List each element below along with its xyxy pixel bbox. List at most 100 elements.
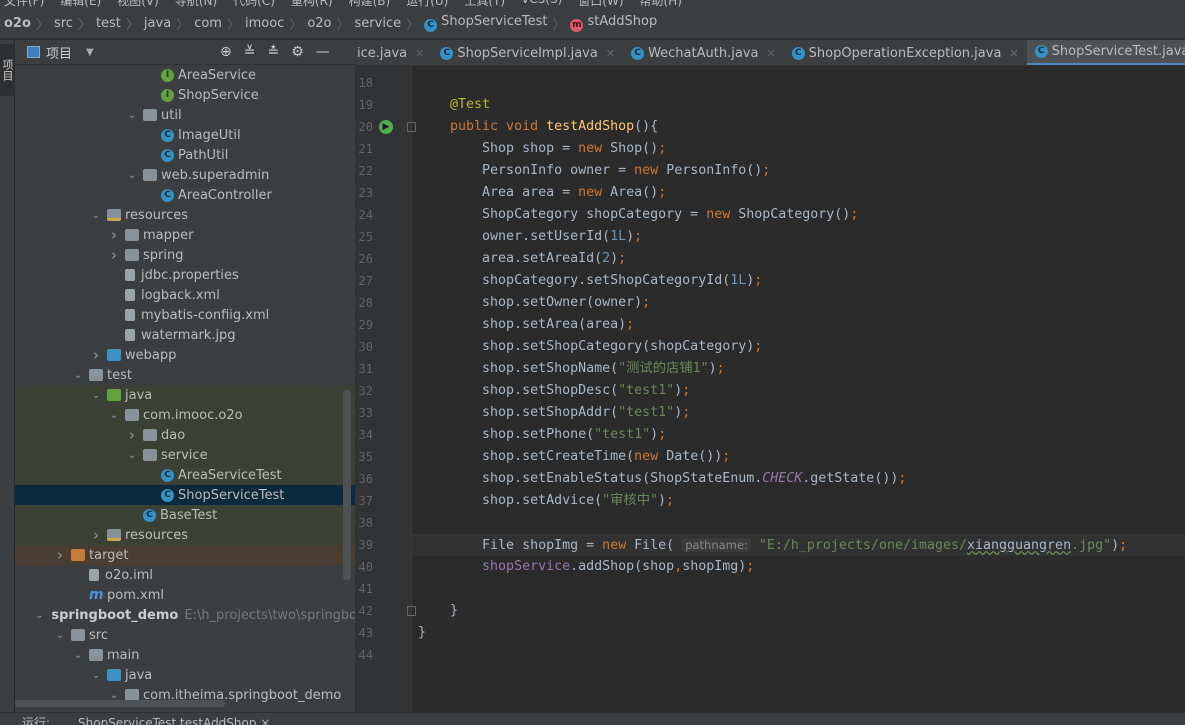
breadcrumb-item[interactable]: C ShopServiceTest <box>424 14 547 32</box>
breadcrumb-item[interactable]: com <box>194 16 222 31</box>
breadcrumb-item[interactable]: test <box>96 16 121 31</box>
tree-item[interactable]: ⌄ main <box>15 645 355 665</box>
menu-item[interactable]: 编辑(E) <box>60 0 101 8</box>
expand-all-icon[interactable]: ≚ <box>244 44 256 60</box>
breadcrumb-item[interactable]: src <box>54 16 73 31</box>
chevron-down-icon[interactable]: ⌄ <box>89 210 103 221</box>
line-number: 26 <box>358 252 373 266</box>
chevron-down-icon[interactable]: ⌄ <box>89 670 103 681</box>
chevron-down-icon[interactable]: ⌄ <box>71 650 85 661</box>
tree-item[interactable]: › mapper <box>15 225 355 245</box>
horizontal-scrollbar[interactable] <box>15 700 225 707</box>
project-tool-window-button[interactable]: 项目 <box>0 44 15 96</box>
run-config-tab[interactable]: ShopServiceTest.testAddShop × <box>78 713 270 725</box>
breadcrumb-item[interactable]: java <box>144 16 171 31</box>
tree-item[interactable]: m pom.xml <box>15 585 355 605</box>
editor-gutter: 18 19 20 ▶ 21 22 23 24 25 26 27 28 29 30 31 32 33 34 35 36 3… <box>355 66 416 712</box>
tree-item[interactable]: C BaseTest <box>15 505 355 525</box>
chevron-down-icon[interactable]: ⌄ <box>89 390 103 401</box>
tree-item[interactable]: › resources <box>15 525 355 545</box>
tree-item[interactable]: C ShopServiceTest <box>15 485 355 505</box>
tree-item[interactable]: C AreaServiceTest <box>15 465 355 485</box>
vertical-scrollbar[interactable] <box>343 390 351 580</box>
menu-item[interactable]: 运行(U) <box>406 0 448 8</box>
editor-tab[interactable]: CShopServiceTest.java✕ <box>1026 40 1185 65</box>
tree-item[interactable]: ⌄ service <box>15 445 355 465</box>
close-icon[interactable]: ✕ <box>415 47 424 60</box>
chevron-right-icon[interactable]: › <box>107 246 121 264</box>
code-editor[interactable]: @Test public void testAddShop(){ Shop sh… <box>412 66 1185 712</box>
close-icon[interactable]: ✕ <box>766 47 775 60</box>
tree-item[interactable]: jdbc.properties <box>15 265 355 285</box>
tree-item[interactable]: C ImageUtil <box>15 125 355 145</box>
breadcrumb-item[interactable]: service <box>355 16 402 31</box>
menu-item[interactable]: 导航(N) <box>175 0 217 8</box>
editor-tab[interactable]: ice.java ✕ <box>355 40 432 65</box>
chevron-down-icon[interactable]: ▼ <box>86 47 94 58</box>
tree-item[interactable]: › dao <box>15 425 355 445</box>
editor-tab[interactable]: C WechatAuth.java ✕ <box>623 40 784 65</box>
tree-item[interactable]: C AreaController <box>15 185 355 205</box>
tree-item[interactable]: ⌄ src <box>15 625 355 645</box>
chevron-down-icon[interactable]: ⌄ <box>35 610 43 621</box>
class-icon: C <box>440 46 454 60</box>
chevron-right-icon[interactable]: › <box>53 546 67 564</box>
chevron-right-icon[interactable]: › <box>89 346 103 364</box>
tree-item[interactable]: o2o.iml <box>15 565 355 585</box>
code-token: .getState()) <box>802 471 899 486</box>
breadcrumb-item[interactable]: o2o <box>4 16 31 31</box>
gear-icon[interactable]: ⚙ <box>291 44 304 60</box>
chevron-right-icon[interactable]: › <box>89 526 103 544</box>
chevron-down-icon[interactable]: ⌄ <box>71 370 85 381</box>
menu-item[interactable]: VCS(S) <box>521 0 562 8</box>
tree-item[interactable]: ⌄ util <box>15 105 355 125</box>
close-icon[interactable]: ✕ <box>606 47 615 60</box>
tree-item[interactable]: ⌄ resources <box>15 205 355 225</box>
menu-item[interactable]: 重构(R) <box>291 0 333 8</box>
tree-item[interactable]: ⌄ web.superadmin <box>15 165 355 185</box>
project-view-title[interactable]: 项目 <box>46 43 72 62</box>
tree-item[interactable]: ⌄ springboot_demo E:\h_projects\two\spring… <box>15 605 355 625</box>
tree-item[interactable]: mybatis-confiig.xml <box>15 305 355 325</box>
menu-item[interactable]: 文件(F) <box>4 0 44 8</box>
chevron-down-icon[interactable]: ⌄ <box>125 170 139 181</box>
code-line: shop.setArea(area); <box>412 314 1185 336</box>
chevron-down-icon[interactable]: ⌄ <box>125 110 139 121</box>
chevron-right-icon[interactable]: › <box>107 226 121 244</box>
tree-item[interactable]: I ShopService <box>15 85 355 105</box>
menu-item[interactable]: 构建(B) <box>349 0 391 8</box>
breadcrumb-item[interactable]: m stAddShop <box>570 14 657 32</box>
menu-item[interactable]: 视图(V) <box>117 0 159 8</box>
editor-tab[interactable]: C ShopOperationException.java ✕ <box>784 40 1027 65</box>
menu-item[interactable]: 帮助(H) <box>640 0 682 8</box>
code-line: shopCategory.setShopCategoryId(1L); <box>412 270 1185 292</box>
tree-item[interactable]: ⌄ test <box>15 365 355 385</box>
tree-item[interactable]: I AreaService <box>15 65 355 85</box>
menu-item[interactable]: 代码(C) <box>233 0 275 8</box>
collapse-all-icon[interactable]: ≛ <box>267 44 279 60</box>
chevron-right-icon[interactable]: › <box>125 426 139 444</box>
breadcrumb-item[interactable]: imooc <box>245 16 284 31</box>
tree-item[interactable]: ⌄ java <box>15 385 355 405</box>
breadcrumb-item[interactable]: o2o <box>307 16 331 31</box>
tree-item[interactable]: watermark.jpg <box>15 325 355 345</box>
chevron-down-icon[interactable]: ⌄ <box>125 450 139 461</box>
hide-icon[interactable]: — <box>316 44 330 60</box>
menu-item[interactable]: 窗口(W) <box>578 0 623 8</box>
menu-item[interactable]: 工具(T) <box>464 0 505 8</box>
tree-item[interactable]: › webapp <box>15 345 355 365</box>
locate-icon[interactable]: ⊕ <box>220 44 232 60</box>
tree-item[interactable]: C PathUtil <box>15 145 355 165</box>
tree-item[interactable]: logback.xml <box>15 285 355 305</box>
chevron-down-icon[interactable]: ⌄ <box>53 630 67 641</box>
close-icon[interactable]: ✕ <box>1009 47 1018 60</box>
chevron-right-icon: 〉 <box>176 17 190 33</box>
chevron-down-icon[interactable]: ⌄ <box>107 690 121 701</box>
tree-item[interactable]: › target <box>15 545 355 565</box>
editor-tab[interactable]: C ShopServiceImpl.java ✕ <box>432 40 623 65</box>
tree-item[interactable]: ⌄ java <box>15 665 355 685</box>
tree-item[interactable]: › spring <box>15 245 355 265</box>
run-test-icon[interactable]: ▶ <box>379 120 393 134</box>
tree-item[interactable]: ⌄ com.imooc.o2o <box>15 405 355 425</box>
chevron-down-icon[interactable]: ⌄ <box>107 410 121 421</box>
